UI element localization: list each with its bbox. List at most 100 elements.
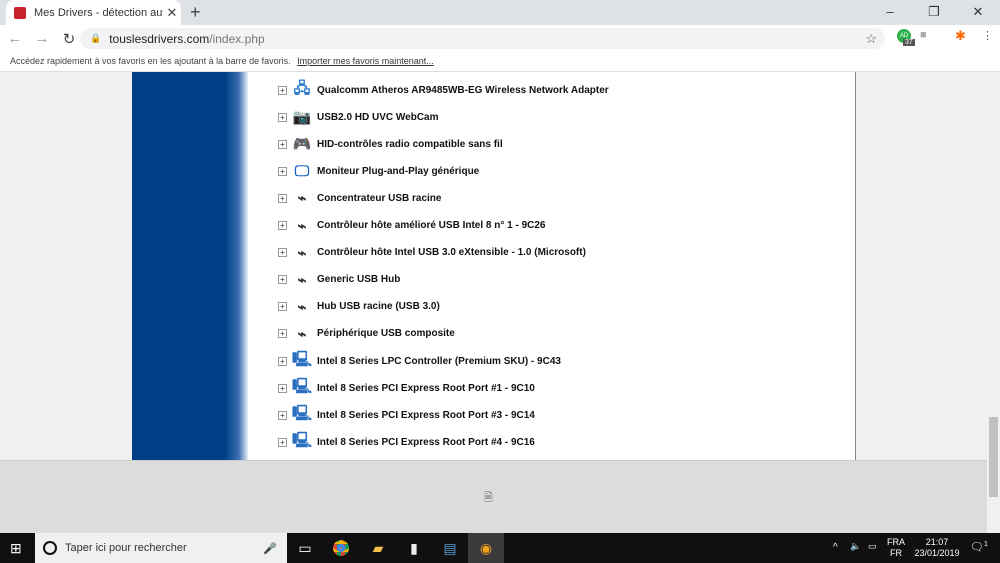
expand-icon[interactable]: + <box>278 410 287 420</box>
device-name: Intel 8 Series PCI Express Root Port #1 … <box>317 382 535 394</box>
close-window-button[interactable]: ✕ <box>956 0 1000 25</box>
expand-icon[interactable]: + <box>278 356 287 366</box>
device-list: + 🖧 Qualcomm Atheros AR9485WB-EG Wireless … <box>248 72 856 460</box>
system-icon: 🖳 <box>291 377 312 395</box>
device-row[interactable]: + 🖵 Moniteur Plug-and-Play générique <box>278 161 479 181</box>
webcam-icon: 📷 <box>292 109 312 127</box>
tray-chevron-icon[interactable]: ^ <box>833 542 838 553</box>
device-row[interactable]: + ⌁ Contrôleur hôte amélioré USB Intel 8 n… <box>278 216 546 236</box>
taskbar: ⊞ Taper ici pour rechercher 🎤 ▭ ▰ ▮ ▤ ◉ … <box>0 533 1000 563</box>
camera-icon[interactable]: ■ <box>920 29 927 41</box>
usb-icon: ⌁ <box>297 217 307 235</box>
language-indicator[interactable]: FRA FR <box>887 537 905 559</box>
avast-icon[interactable]: ✱ <box>955 28 966 44</box>
expand-icon[interactable]: + <box>278 248 287 258</box>
scrollbar-thumb[interactable] <box>989 417 998 497</box>
device-row[interactable]: + 🖳 Intel 8 Series PCI Express Root Port #… <box>278 432 535 452</box>
bookmarks-bar: Accédez rapidement à vos favoris en les … <box>0 52 1000 72</box>
writer-icon[interactable]: ▤ <box>432 533 468 563</box>
device-row[interactable]: + ⌁ Contrôleur hôte Intel USB 3.0 eXtensib… <box>278 243 586 263</box>
device-row[interactable]: + 🖳 Intel 8 Series PCI Express Root Port #… <box>278 378 535 398</box>
device-name: Moniteur Plug-and-Play générique <box>317 165 480 177</box>
device-name: Contrôleur hôte Intel USB 3.0 eXtensible… <box>317 247 586 259</box>
expand-icon[interactable]: + <box>278 112 287 122</box>
device-row[interactable]: + ⌁ Périphérique USB composite <box>278 324 455 344</box>
minimize-button[interactable]: – <box>868 0 912 25</box>
address-bar[interactable]: 🔒 touslesdrivers.com/index.php ☆ <box>80 28 885 49</box>
page-viewport: + 🖧 Qualcomm Atheros AR9485WB-EG Wireless … <box>0 72 987 460</box>
device-row[interactable]: + 🖳 Intel 8 Series PCI Express Root Port #… <box>278 405 535 425</box>
usb-icon: ⌁ <box>297 244 307 262</box>
device-row[interactable]: + ⌁ Concentrateur USB racine <box>278 188 441 208</box>
notification-count: 1 <box>983 541 988 548</box>
network-tray-icon[interactable]: ▭ <box>868 541 877 552</box>
usb-icon: ⌁ <box>297 298 307 316</box>
bookmark-star-icon[interactable]: ☆ <box>865 31 877 47</box>
device-row[interactable]: + 🎮 HID-contrôles radio compatible sans fi… <box>278 134 503 154</box>
expand-icon[interactable]: + <box>278 139 287 149</box>
expand-icon[interactable]: + <box>278 437 287 447</box>
tab-title: Mes Drivers - détection automati <box>34 6 163 19</box>
microphone-icon[interactable]: 🎤 <box>263 542 277 555</box>
device-name: Generic USB Hub <box>317 274 401 286</box>
device-name: Périphérique USB composite <box>317 328 455 340</box>
browser-toolbar: ← → ↻ 🔒 touslesdrivers.com/index.php ☆ A… <box>0 25 1000 52</box>
lock-icon: 🔒 <box>90 33 102 43</box>
expand-icon[interactable]: + <box>278 383 287 393</box>
network-icon: 🖧 <box>293 79 311 97</box>
expand-icon[interactable]: + <box>278 329 287 339</box>
chrome-icon[interactable] <box>323 533 359 563</box>
bookmarks-hint: Accédez rapidement à vos favoris en les … <box>10 56 291 66</box>
maximize-button[interactable]: ❐ <box>912 0 956 25</box>
volume-icon[interactable]: 🔈 <box>850 541 861 552</box>
download-bar: 🗎 <box>0 460 987 533</box>
url-host: touslesdrivers.com <box>109 31 210 46</box>
device-row[interactable]: + ⌁ Generic USB Hub <box>278 270 400 290</box>
device-row[interactable]: + 🖳 Intel 8 Series LPC Controller (Premium… <box>278 351 561 371</box>
usb-icon: ⌁ <box>297 271 307 289</box>
windows-start-icon[interactable]: ⊞ <box>10 540 22 557</box>
scrollbar[interactable] <box>987 72 1000 533</box>
task-view-icon[interactable]: ▭ <box>287 533 323 563</box>
expand-icon[interactable]: + <box>278 193 287 203</box>
date: 23/01/2019 <box>914 548 960 558</box>
system-icon: 🖳 <box>291 350 312 368</box>
device-name: Intel 8 Series PCI Express Root Port #3 … <box>317 409 535 421</box>
device-name: Qualcomm Atheros AR9485WB-EG Wireless Ne… <box>317 84 609 96</box>
file-explorer-icon[interactable]: ▰ <box>360 533 396 563</box>
forward-button[interactable]: → <box>30 30 54 47</box>
close-tab-icon[interactable]: ✕ <box>163 5 181 21</box>
expand-icon[interactable]: + <box>278 85 287 95</box>
clock[interactable]: 21:07 23/01/2019 <box>912 537 962 559</box>
document-icon[interactable]: 🗎 <box>484 489 493 508</box>
reload-button[interactable]: ↻ <box>57 30 81 48</box>
expand-icon[interactable]: + <box>278 221 287 230</box>
browser-tab[interactable]: Mes Drivers - détection automati ✕ <box>6 0 181 25</box>
extension-badge: 37 <box>903 39 915 46</box>
notification-icon[interactable]: 🗨1 <box>970 539 988 554</box>
left-blue-panel <box>132 72 248 460</box>
device-row[interactable]: + 📷 USB2.0 HD UVC WebCam <box>278 107 439 127</box>
avast-browser-icon[interactable]: ◉ <box>468 533 504 563</box>
lang-secondary: FR <box>890 548 902 558</box>
expand-icon[interactable]: + <box>278 166 287 176</box>
expand-icon[interactable]: + <box>278 302 287 312</box>
back-button[interactable]: ← <box>3 30 27 47</box>
device-name: Contrôleur hôte amélioré USB Intel 8 n° … <box>317 220 546 231</box>
device-row[interactable]: + 🖧 Qualcomm Atheros AR9485WB-EG Wireless … <box>278 80 609 100</box>
expand-icon[interactable]: + <box>278 275 287 285</box>
system-icon: 🖳 <box>291 431 312 449</box>
menu-icon[interactable]: ⋮ <box>982 29 993 42</box>
lang-primary: FRA <box>887 537 905 547</box>
taskbar-search[interactable]: Taper ici pour rechercher 🎤 <box>35 533 287 563</box>
monitor-icon: 🖵 <box>294 162 310 180</box>
device-name: Hub USB racine (USB 3.0) <box>317 301 440 313</box>
import-bookmarks-link[interactable]: Importer mes favoris maintenant... <box>297 56 434 66</box>
site-favicon-icon <box>14 6 26 19</box>
tab-strip: Mes Drivers - détection automati ✕ + – ❐… <box>0 0 1000 25</box>
document-app-icon[interactable]: ▮ <box>396 533 432 563</box>
new-tab-button[interactable]: + <box>190 2 201 23</box>
time: 21:07 <box>925 537 949 547</box>
device-row[interactable]: + ⌁ Hub USB racine (USB 3.0) <box>278 297 440 317</box>
device-name: Intel 8 Series LPC Controller (Premium S… <box>317 355 561 367</box>
